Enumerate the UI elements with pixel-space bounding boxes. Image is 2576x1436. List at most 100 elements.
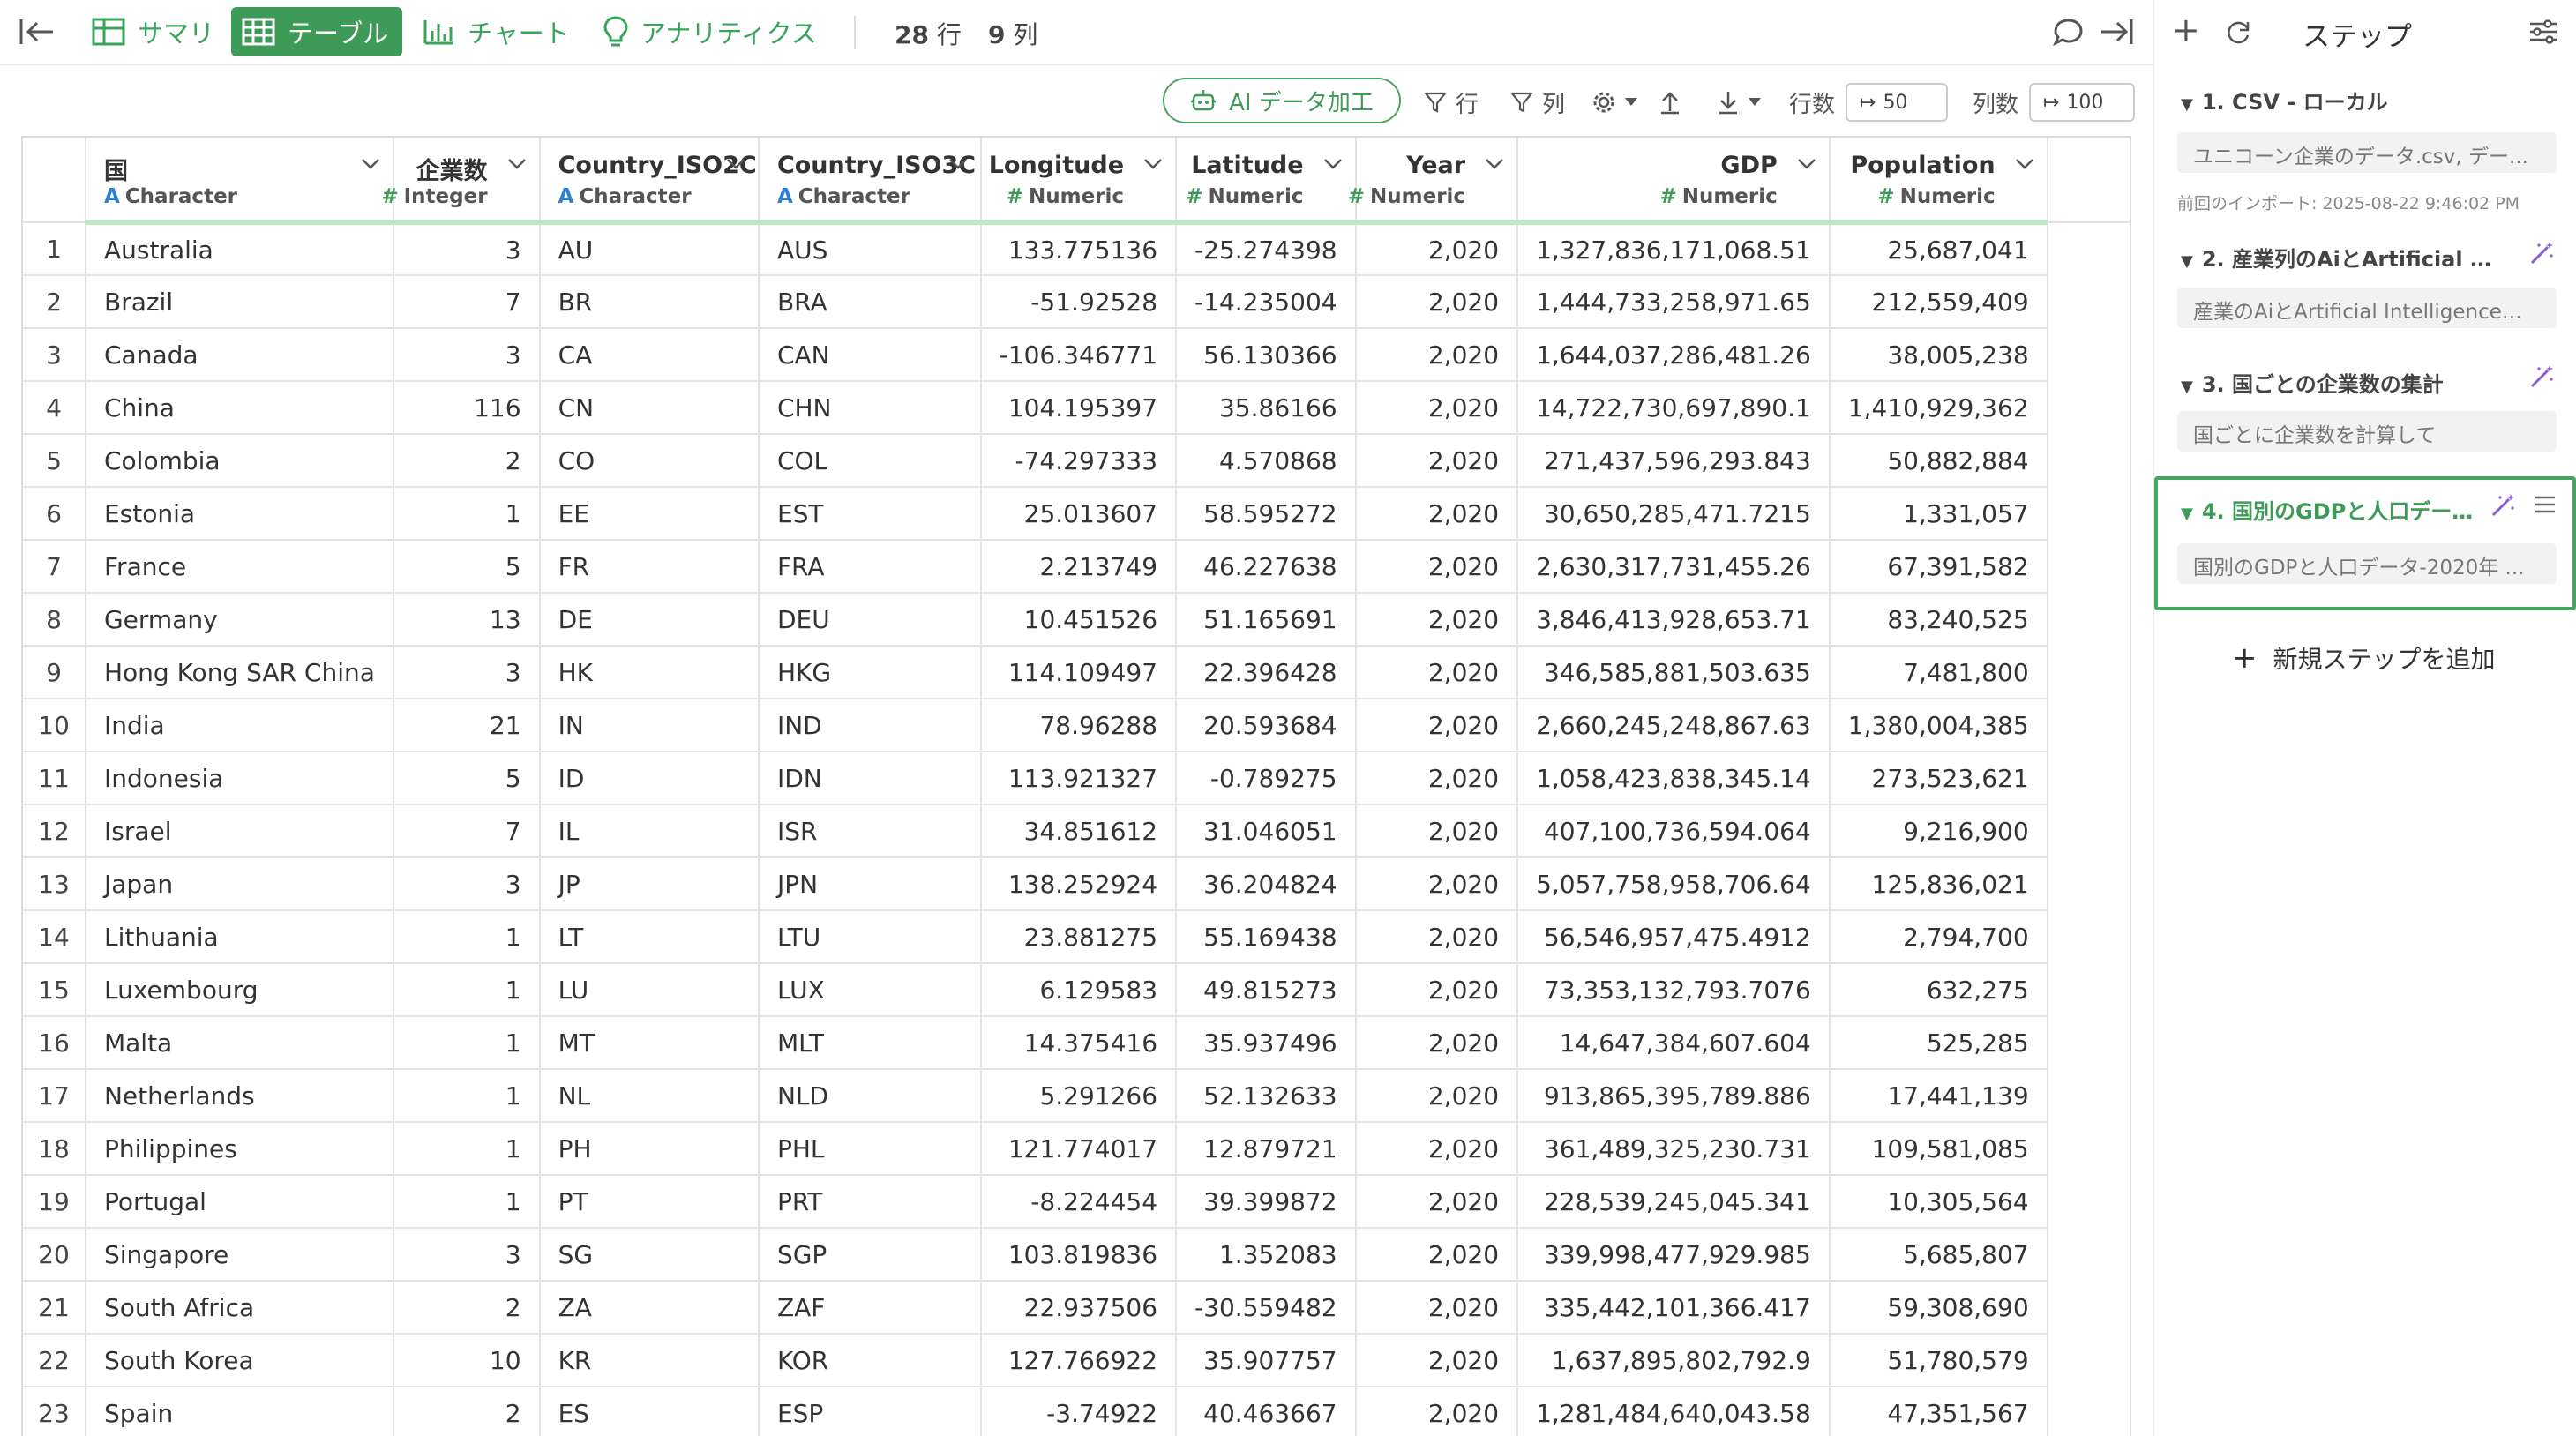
table-cell[interactable]: 113.921327	[980, 752, 1178, 805]
table-cell[interactable]: DE	[539, 593, 760, 647]
table-cell[interactable]: CHN	[758, 381, 982, 435]
row-filter-button[interactable]: 行	[1424, 85, 1479, 120]
add-new-step-button[interactable]: + 新規ステップを追加	[2232, 640, 2496, 676]
settings-dropdown[interactable]	[1591, 85, 1646, 120]
table-cell[interactable]: 46.227638	[1176, 540, 1357, 594]
collapse-left-icon[interactable]	[18, 14, 56, 49]
table-cell[interactable]: -30.559482	[1176, 1281, 1357, 1335]
table-cell[interactable]: 1	[393, 487, 541, 541]
table-cell[interactable]: 109,581,085	[1829, 1122, 2048, 1176]
table-cell[interactable]: China	[85, 381, 394, 435]
column-header[interactable]: Population # Numeric	[1829, 138, 2048, 225]
table-cell[interactable]: 67,391,582	[1829, 540, 2048, 594]
table-cell[interactable]: 2,020	[1355, 963, 1519, 1017]
table-cell[interactable]: -25.274398	[1176, 222, 1357, 276]
table-cell[interactable]: SGP	[758, 1228, 982, 1282]
table-cell[interactable]: 3	[393, 857, 541, 911]
table-cell[interactable]: 104.195397	[980, 381, 1178, 435]
table-cell[interactable]: 2,020	[1355, 434, 1519, 488]
table-cell[interactable]: Japan	[85, 857, 394, 911]
table-cell[interactable]: MT	[539, 1016, 760, 1070]
table-cell[interactable]: 23.881275	[980, 910, 1178, 964]
table-cell[interactable]: NLD	[758, 1069, 982, 1123]
table-cell[interactable]: 2,020	[1355, 1016, 1519, 1070]
table-cell[interactable]: 56.130366	[1176, 328, 1357, 382]
table-cell[interactable]: 1,327,836,171,068.51	[1517, 222, 1831, 276]
table-cell[interactable]: 138.252924	[980, 857, 1178, 911]
table-cell[interactable]: 103.819836	[980, 1228, 1178, 1282]
table-cell[interactable]: IDN	[758, 752, 982, 805]
chevron-down-icon[interactable]	[2015, 157, 2034, 171]
table-cell[interactable]: 14,647,384,607.604	[1517, 1016, 1831, 1070]
table-cell[interactable]: 1,058,423,838,345.14	[1517, 752, 1831, 805]
table-cell[interactable]: 5	[393, 540, 541, 594]
table-cell[interactable]: 346,585,881,503.635	[1517, 646, 1831, 699]
table-cell[interactable]: Canada	[85, 328, 394, 382]
table-cell[interactable]: Luxembourg	[85, 963, 394, 1017]
table-cell[interactable]: 51.165691	[1176, 593, 1357, 647]
table-cell[interactable]: FRA	[758, 540, 982, 594]
column-header[interactable]: Latitude # Numeric	[1176, 138, 1357, 225]
table-cell[interactable]: 35.907757	[1176, 1334, 1357, 1387]
column-filter-button[interactable]: 列	[1510, 85, 1565, 120]
table-cell[interactable]: 13	[393, 593, 541, 647]
table-cell[interactable]: Lithuania	[85, 910, 394, 964]
table-cell[interactable]: AU	[539, 222, 760, 276]
add-icon[interactable]: +	[2172, 11, 2200, 49]
table-cell[interactable]: 2,020	[1355, 1387, 1519, 1436]
table-cell[interactable]: Colombia	[85, 434, 394, 488]
table-cell[interactable]: 2,020	[1355, 381, 1519, 435]
table-cell[interactable]: 2,020	[1355, 1334, 1519, 1387]
table-cell[interactable]: EE	[539, 487, 760, 541]
table-cell[interactable]: 36.204824	[1176, 857, 1357, 911]
table-cell[interactable]: 55.169438	[1176, 910, 1357, 964]
table-cell[interactable]: ESP	[758, 1387, 982, 1436]
table-cell[interactable]: 35.937496	[1176, 1016, 1357, 1070]
chevron-down-icon[interactable]	[1323, 157, 1343, 171]
table-cell[interactable]: ZA	[539, 1281, 760, 1335]
table-cell[interactable]: 2,020	[1355, 1122, 1519, 1176]
table-cell[interactable]: -14.235004	[1176, 275, 1357, 329]
table-cell[interactable]: 2,020	[1355, 328, 1519, 382]
table-cell[interactable]: 58.595272	[1176, 487, 1357, 541]
table-cell[interactable]: 52.132633	[1176, 1069, 1357, 1123]
step-1[interactable]: ▼ 1. CSV - ローカル ユニコーン企業のデータ.csv, デー... 前回…	[2154, 71, 2576, 226]
column-header[interactable]: Country_ISO2C A Character	[539, 138, 760, 225]
table-cell[interactable]: EST	[758, 487, 982, 541]
table-cell[interactable]: FR	[539, 540, 760, 594]
table-cell[interactable]: India	[85, 699, 394, 752]
upload-button[interactable]	[1659, 85, 1690, 120]
table-cell[interactable]: HK	[539, 646, 760, 699]
table-cell[interactable]: JP	[539, 857, 760, 911]
table-cell[interactable]: 39.399872	[1176, 1175, 1357, 1229]
table-cell[interactable]: PH	[539, 1122, 760, 1176]
table-cell[interactable]: 10	[393, 1334, 541, 1387]
table-cell[interactable]: 2,794,700	[1829, 910, 2048, 964]
tab-analytics[interactable]: アナリティクス	[593, 7, 827, 56]
table-cell[interactable]: 56,546,957,475.4912	[1517, 910, 1831, 964]
menu-icon[interactable]	[2534, 494, 2557, 515]
table-cell[interactable]: 31.046051	[1176, 804, 1357, 858]
table-cell[interactable]: HKG	[758, 646, 982, 699]
table-cell[interactable]: 1	[393, 1016, 541, 1070]
table-cell[interactable]: 3,846,413,928,653.71	[1517, 593, 1831, 647]
table-cell[interactable]: PHL	[758, 1122, 982, 1176]
table-cell[interactable]: 14,722,730,697,890.1	[1517, 381, 1831, 435]
table-cell[interactable]: KR	[539, 1334, 760, 1387]
table-cell[interactable]: 407,100,736,594.064	[1517, 804, 1831, 858]
table-cell[interactable]: CN	[539, 381, 760, 435]
table-cell[interactable]: 38,005,238	[1829, 328, 2048, 382]
table-cell[interactable]: LU	[539, 963, 760, 1017]
table-cell[interactable]: 1	[393, 1175, 541, 1229]
table-cell[interactable]: 25,687,041	[1829, 222, 2048, 276]
table-cell[interactable]: BRA	[758, 275, 982, 329]
table-cell[interactable]: 35.86166	[1176, 381, 1357, 435]
table-cell[interactable]: South Korea	[85, 1334, 394, 1387]
table-cell[interactable]: -3.74922	[980, 1387, 1178, 1436]
table-cell[interactable]: 3	[393, 1228, 541, 1282]
table-cell[interactable]: 12.879721	[1176, 1122, 1357, 1176]
table-cell[interactable]: 1	[393, 1069, 541, 1123]
table-cell[interactable]: 2.213749	[980, 540, 1178, 594]
table-cell[interactable]: 1.352083	[1176, 1228, 1357, 1282]
table-cell[interactable]: 3	[393, 328, 541, 382]
